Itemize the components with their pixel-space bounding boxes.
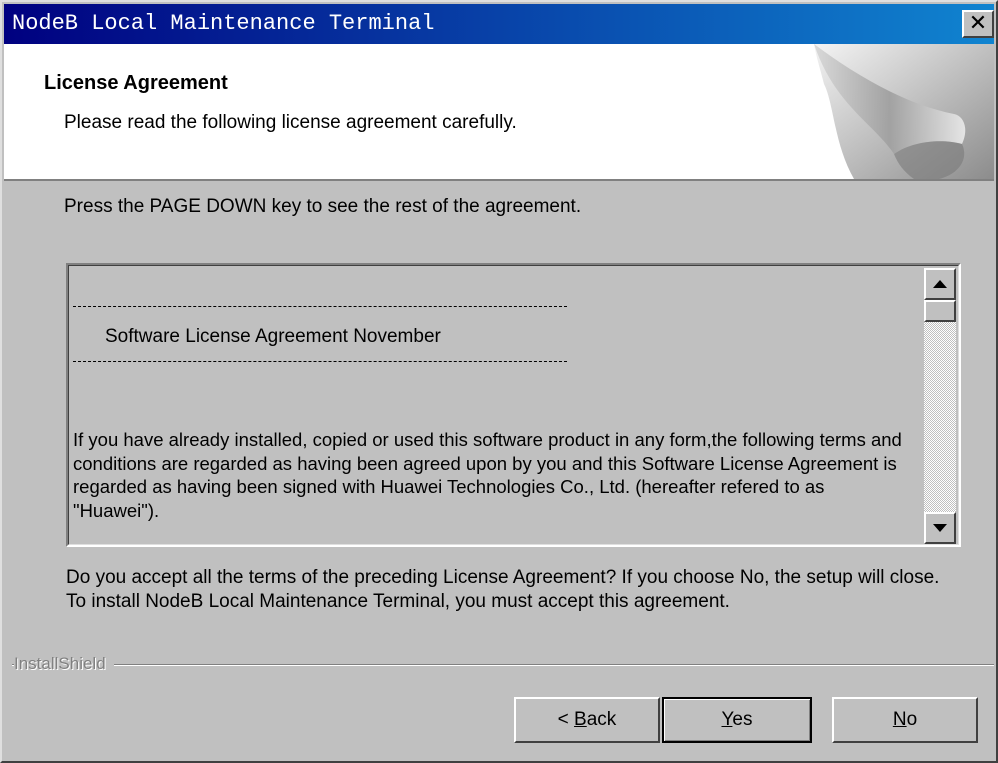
arrow-up-icon [933,280,947,288]
divider [73,361,567,362]
license-text: Software License Agreement November If y… [73,266,911,542]
scroll-instruction: Press the PAGE DOWN key to see the rest … [64,196,582,217]
back-button-label: < Back [557,709,617,730]
installshield-label: InstallShield [14,654,114,674]
scroll-down-button[interactable] [924,512,956,544]
close-button[interactable]: ✕ [962,10,994,38]
close-icon: ✕ [968,11,988,36]
scroll-thumb[interactable] [924,300,956,322]
yes-button[interactable]: Yes [662,697,812,743]
scroll-up-button[interactable] [924,268,956,300]
title-bar[interactable]: NodeB Local Maintenance Terminal ✕ [4,4,994,44]
license-paragraph: If you have already installed, copied or… [73,429,902,521]
license-text-box[interactable]: Software License Agreement November If y… [66,263,961,547]
license-heading: Software License Agreement November [105,326,441,347]
installer-window: NodeB Local Maintenance Terminal ✕ Licen… [0,0,998,763]
accept-question: Do you accept all the terms of the prece… [66,567,940,612]
arrow-down-icon [933,524,947,532]
installshield-page-curl-graphic [794,44,994,179]
header-panel: License Agreement Please read the follow… [4,44,994,181]
vertical-scrollbar[interactable] [924,268,956,544]
divider [73,306,567,307]
yes-button-label: Yes [721,709,753,730]
back-button[interactable]: < Back [514,697,660,743]
no-button[interactable]: No [832,697,978,743]
page-title: License Agreement [44,72,228,94]
no-button-label: No [892,709,918,730]
footer-divider [12,664,994,666]
window-title: NodeB Local Maintenance Terminal [12,11,435,36]
page-subtitle: Please read the following license agreem… [64,112,517,133]
